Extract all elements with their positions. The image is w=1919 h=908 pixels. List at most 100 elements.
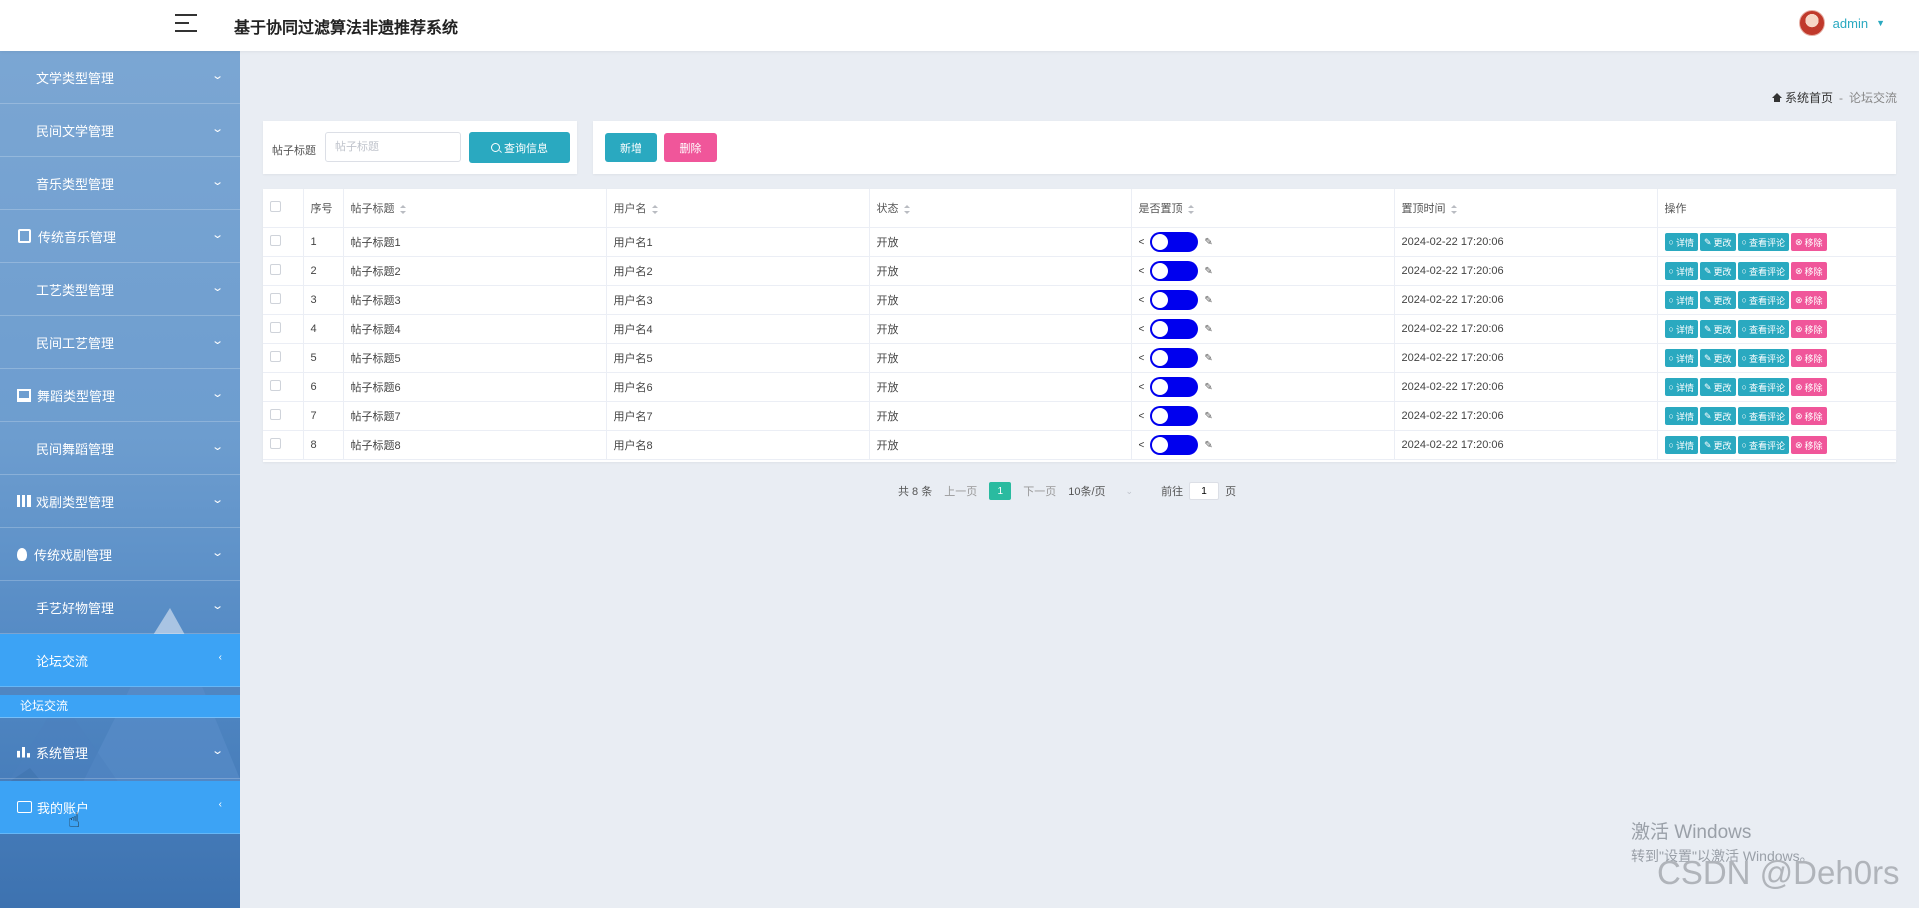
user-menu[interactable]: admin ▼ — [1798, 10, 1885, 36]
share-icon[interactable]: < — [1139, 382, 1145, 393]
view-comments-button[interactable]: ○ 查看评论 — [1737, 349, 1789, 367]
post-title-search-input[interactable] — [325, 132, 461, 162]
select-all-checkbox[interactable] — [270, 201, 281, 212]
edit-button[interactable]: ✎ 更改 — [1699, 407, 1736, 425]
column-header-pinned[interactable]: 是否置顶 — [1131, 189, 1395, 228]
row-select-cell[interactable] — [263, 314, 304, 344]
sort-icon[interactable] — [903, 204, 910, 214]
sidebar-item-literature-types[interactable]: 文学类型管理 ⌄ — [0, 51, 240, 104]
view-comments-button[interactable]: ○ 查看评论 — [1737, 378, 1789, 396]
sidebar-item-folk-craft[interactable]: 民间工艺管理 ⌄ — [0, 316, 240, 369]
view-comments-button[interactable]: ○ 查看评论 — [1737, 262, 1789, 280]
sort-icon[interactable] — [399, 204, 406, 214]
column-header-user[interactable]: 用户名 — [606, 189, 870, 228]
view-comments-button[interactable]: ○ 查看评论 — [1737, 407, 1789, 425]
row-checkbox[interactable] — [270, 380, 281, 391]
submenu-item-forum[interactable]: 论坛交流 — [0, 695, 240, 718]
sidebar-item-dance-types[interactable]: 舞蹈类型管理 ⌄ — [0, 369, 240, 422]
view-comments-button[interactable]: ○ 查看评论 — [1737, 436, 1789, 454]
select-all-cell[interactable] — [263, 189, 304, 228]
sidebar-item-drama-types[interactable]: 戏剧类型管理 ⌄ — [0, 475, 240, 528]
row-checkbox[interactable] — [270, 264, 281, 275]
breadcrumb-home-label[interactable]: 系统首页 — [1785, 91, 1833, 105]
goto-page-input[interactable] — [1189, 482, 1220, 500]
detail-button[interactable]: ○ 详情 — [1664, 291, 1698, 309]
edit-button[interactable]: ✎ 更改 — [1699, 291, 1736, 309]
edit-pen-icon[interactable]: ✎ — [1204, 237, 1212, 248]
sidebar-item-forum[interactable]: 论坛交流 ‹ — [0, 634, 240, 687]
sidebar-item-traditional-music[interactable]: 传统音乐管理 ⌄ — [0, 210, 240, 263]
pinned-toggle-switch[interactable] — [1150, 290, 1199, 310]
detail-button[interactable]: ○ 详情 — [1664, 349, 1698, 367]
share-icon[interactable]: < — [1139, 295, 1145, 306]
remove-button[interactable]: ⊗ 移除 — [1790, 378, 1827, 396]
column-header-status[interactable]: 状态 — [869, 189, 1132, 228]
edit-button[interactable]: ✎ 更改 — [1699, 436, 1736, 454]
row-select-cell[interactable] — [263, 430, 304, 460]
next-page-button[interactable]: 下一页 — [1023, 483, 1056, 499]
column-header-pin-time[interactable]: 置顶时间 — [1394, 189, 1658, 228]
breadcrumb-home[interactable]: 系统首页 — [1771, 89, 1833, 106]
detail-button[interactable]: ○ 详情 — [1664, 378, 1698, 396]
remove-button[interactable]: ⊗ 移除 — [1790, 349, 1827, 367]
row-select-cell[interactable] — [263, 227, 304, 257]
edit-button[interactable]: ✎ 更改 — [1699, 233, 1736, 251]
sidebar-item-handicraft-goods[interactable]: 手艺好物管理 ⌄ — [0, 581, 240, 634]
sidebar-item-system-management[interactable]: 系统管理 ⌄ — [0, 726, 240, 779]
add-button[interactable]: 新增 — [605, 133, 657, 162]
detail-button[interactable]: ○ 详情 — [1664, 262, 1698, 280]
share-icon[interactable]: < — [1139, 324, 1145, 335]
avatar[interactable] — [1798, 10, 1825, 36]
share-icon[interactable]: < — [1139, 266, 1145, 277]
row-select-cell[interactable] — [263, 285, 304, 315]
share-icon[interactable]: < — [1139, 411, 1145, 422]
pinned-toggle-switch[interactable] — [1150, 261, 1199, 281]
username[interactable]: admin — [1833, 16, 1868, 31]
detail-button[interactable]: ○ 详情 — [1664, 436, 1698, 454]
search-button[interactable]: 查询信息 — [469, 132, 570, 163]
remove-button[interactable]: ⊗ 移除 — [1790, 407, 1827, 425]
sort-icon[interactable] — [1187, 204, 1194, 214]
remove-button[interactable]: ⊗ 移除 — [1790, 320, 1827, 338]
edit-button[interactable]: ✎ 更改 — [1699, 320, 1736, 338]
edit-button[interactable]: ✎ 更改 — [1699, 262, 1736, 280]
detail-button[interactable]: ○ 详情 — [1664, 407, 1698, 425]
sidebar-item-craft-types[interactable]: 工艺类型管理 ⌄ — [0, 263, 240, 316]
edit-pen-icon[interactable]: ✎ — [1204, 295, 1212, 306]
row-select-cell[interactable] — [263, 256, 304, 286]
sidebar-item-traditional-drama[interactable]: 传统戏剧管理 ⌄ — [0, 528, 240, 581]
pinned-toggle-switch[interactable] — [1150, 435, 1199, 455]
pinned-toggle-switch[interactable] — [1150, 348, 1199, 368]
row-select-cell[interactable] — [263, 401, 304, 431]
detail-button[interactable]: ○ 详情 — [1664, 320, 1698, 338]
sidebar-item-music-types[interactable]: 音乐类型管理 ⌄ — [0, 157, 240, 210]
sort-icon[interactable] — [1450, 204, 1457, 214]
remove-button[interactable]: ⊗ 移除 — [1790, 291, 1827, 309]
page-size-select[interactable]: 10条/页 ⌄ — [1068, 483, 1133, 499]
pinned-toggle-switch[interactable] — [1150, 319, 1199, 339]
edit-pen-icon[interactable]: ✎ — [1204, 266, 1212, 277]
pinned-toggle-switch[interactable] — [1150, 377, 1199, 397]
row-checkbox[interactable] — [270, 293, 281, 304]
column-header-title[interactable]: 帖子标题 — [343, 189, 607, 228]
row-checkbox[interactable] — [270, 322, 281, 333]
detail-button[interactable]: ○ 详情 — [1664, 233, 1698, 251]
remove-button[interactable]: ⊗ 移除 — [1790, 233, 1827, 251]
row-checkbox[interactable] — [270, 235, 281, 246]
pinned-toggle-switch[interactable] — [1150, 232, 1199, 252]
edit-button[interactable]: ✎ 更改 — [1699, 349, 1736, 367]
caret-down-icon[interactable]: ▼ — [1876, 18, 1885, 28]
edit-pen-icon[interactable]: ✎ — [1204, 324, 1212, 335]
edit-pen-icon[interactable]: ✎ — [1204, 353, 1212, 364]
view-comments-button[interactable]: ○ 查看评论 — [1737, 320, 1789, 338]
delete-button[interactable]: 删除 — [664, 133, 717, 162]
view-comments-button[interactable]: ○ 查看评论 — [1737, 291, 1789, 309]
share-icon[interactable]: < — [1139, 237, 1145, 248]
page-number-button[interactable]: 1 — [989, 482, 1012, 500]
edit-pen-icon[interactable]: ✎ — [1204, 440, 1212, 451]
menu-toggle-icon[interactable] — [175, 14, 197, 34]
row-checkbox[interactable] — [270, 351, 281, 362]
prev-page-button[interactable]: 上一页 — [944, 483, 977, 499]
sort-icon[interactable] — [651, 204, 658, 214]
edit-pen-icon[interactable]: ✎ — [1204, 411, 1212, 422]
